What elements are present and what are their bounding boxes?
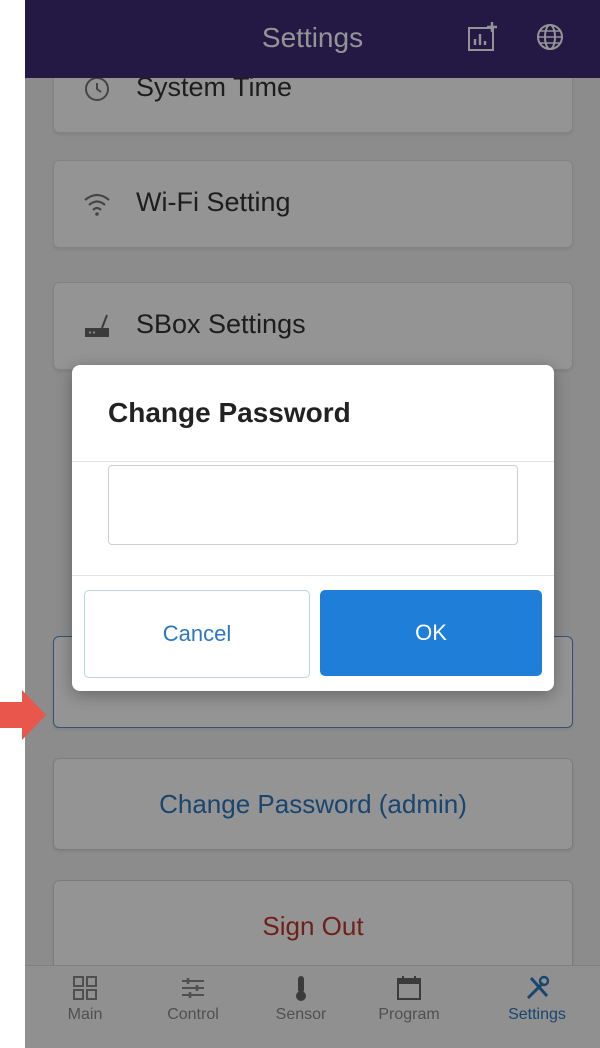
dialog-divider-top	[72, 461, 554, 462]
phone-screen: System Time Wi-Fi Setting SBox Settings	[25, 0, 600, 1048]
change-password-dialog: Change Password Cancel OK	[72, 365, 554, 691]
dialog-title: Change Password	[108, 397, 351, 428]
dialog-divider-bottom	[72, 575, 554, 576]
cancel-button[interactable]: Cancel	[84, 590, 310, 678]
password-input[interactable]	[108, 465, 518, 545]
ok-button[interactable]: OK	[320, 590, 542, 676]
pointer-arrow-icon	[0, 690, 46, 740]
